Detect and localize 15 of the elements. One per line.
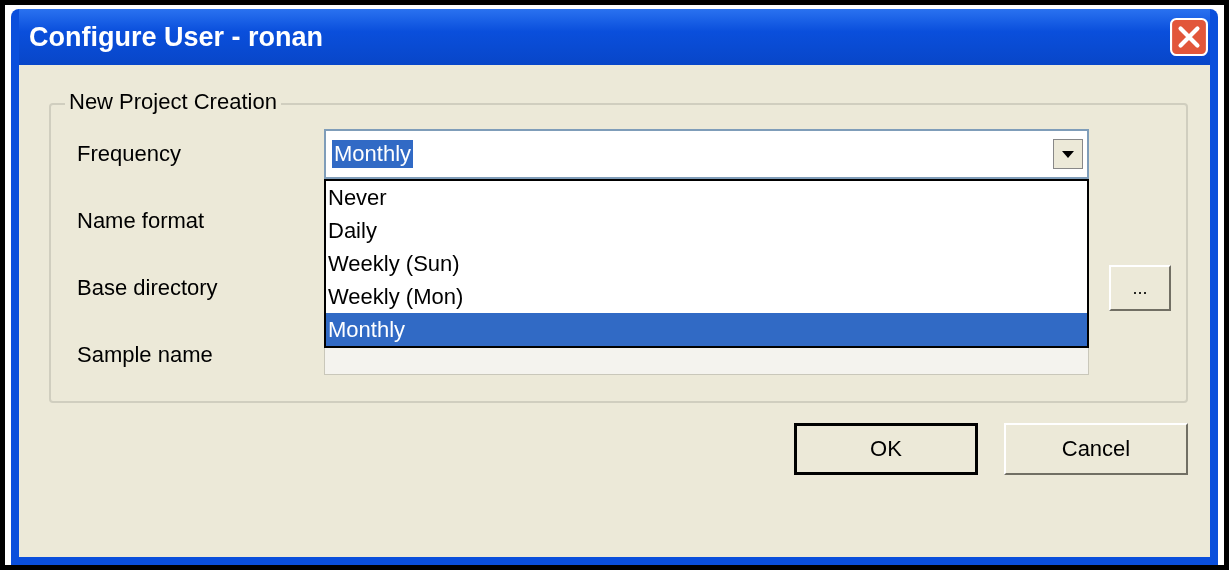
dropdown-option[interactable]: Monthly	[326, 313, 1087, 346]
dropdown-option[interactable]: Never	[326, 181, 1087, 214]
dialog-button[interactable]: Cancel	[1004, 423, 1188, 475]
close-icon[interactable]	[1170, 18, 1208, 56]
dropdown-option[interactable]: Weekly (Sun)	[326, 247, 1087, 280]
dropdown-value: Monthly	[332, 140, 414, 168]
dialog-button[interactable]: OK	[794, 423, 978, 475]
dropdown-option[interactable]: Weekly (Mon)	[326, 280, 1087, 313]
window-title: Configure User - ronan	[29, 21, 324, 53]
field-label: Name format	[77, 208, 206, 234]
field-label: Base directory	[77, 275, 219, 301]
dropdown-option[interactable]: Daily	[326, 214, 1087, 247]
field-label: Sample name	[77, 342, 214, 368]
browse-button[interactable]: ...	[1109, 265, 1171, 311]
field-label: Frequency	[77, 141, 182, 167]
